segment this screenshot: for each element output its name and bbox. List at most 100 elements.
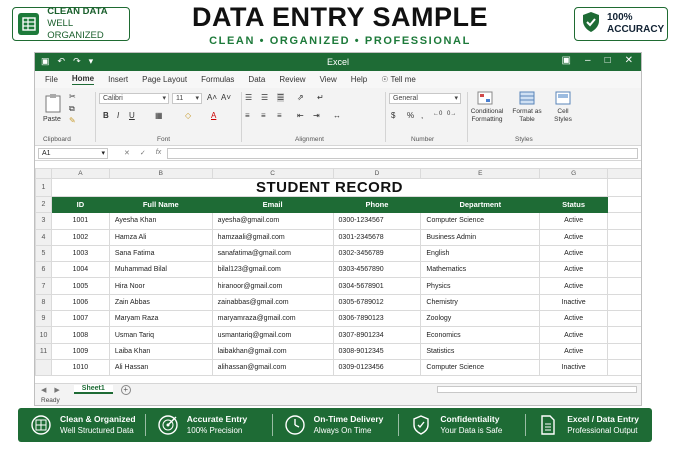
cell-email[interactable]: hiranoor@gmail.com (211, 277, 334, 295)
cell-status[interactable]: Active (539, 244, 609, 263)
cell-id[interactable]: 1009 (50, 342, 110, 360)
font-size-select[interactable]: 11 ▾ (172, 93, 202, 104)
cell-email[interactable]: laibakhan@gmail.com (211, 342, 334, 360)
format-as-table-button[interactable] (519, 91, 535, 107)
percent-icon[interactable]: % (407, 111, 414, 120)
column-header[interactable]: G (539, 168, 609, 179)
row-number[interactable]: 5 (35, 244, 52, 263)
row-number[interactable]: 6 (35, 261, 52, 279)
cell-full-name[interactable]: Hamza Ali (108, 228, 213, 246)
cell-status[interactable]: Inactive (539, 293, 609, 312)
decrease-indent-icon[interactable]: ⇤ (297, 111, 304, 120)
cell-id[interactable]: 1003 (50, 244, 110, 263)
column-header[interactable]: B (108, 168, 213, 179)
sheet-tab[interactable]: Sheet1 (73, 385, 113, 394)
copy-icon[interactable]: ⧉ (69, 104, 75, 114)
column-header[interactable] (607, 168, 641, 179)
cell-status[interactable]: Active (539, 342, 609, 360)
cell[interactable] (607, 277, 641, 295)
align-bottom-icon[interactable]: ☰ (277, 93, 285, 102)
cell-id[interactable]: 1004 (50, 261, 110, 279)
format-painter-icon[interactable]: ✎ (69, 116, 76, 125)
conditional-formatting-button[interactable] (477, 91, 493, 107)
comma-icon[interactable]: , (421, 111, 423, 120)
cell-status[interactable]: Active (539, 326, 609, 344)
header-id[interactable]: ID (50, 195, 110, 214)
cell-phone[interactable]: 0308-9012345 (332, 342, 422, 360)
row-number[interactable]: 2 (35, 195, 52, 214)
italic-icon[interactable]: I (117, 111, 119, 120)
sheet-title[interactable]: STUDENT RECORD (50, 178, 609, 197)
cell[interactable] (607, 293, 641, 312)
row-number[interactable]: 4 (35, 228, 52, 246)
cell-full-name[interactable]: Sana Fatima (108, 244, 213, 263)
cell[interactable] (607, 195, 641, 214)
cell-department[interactable]: Physics (420, 277, 541, 295)
align-middle-icon[interactable]: ☰ (261, 93, 268, 102)
ribbon-display-icon[interactable]: ▣ (562, 55, 571, 66)
cell-full-name[interactable]: Hira Noor (108, 277, 213, 295)
cell-id[interactable]: 1001 (50, 212, 110, 230)
number-format-select[interactable]: General ▾ (389, 93, 461, 104)
cut-icon[interactable]: ✂ (69, 92, 76, 101)
cell-email[interactable]: hamzaali@gmail.com (211, 228, 334, 246)
cell-status[interactable]: Active (539, 310, 609, 328)
tab-formulas[interactable]: Formulas (201, 75, 234, 84)
cell[interactable] (607, 326, 641, 344)
orientation-icon[interactable]: ⇗ (297, 93, 304, 102)
align-top-icon[interactable]: ☰ (245, 93, 252, 102)
cell-full-name[interactable]: Zain Abbas (108, 293, 213, 312)
row-number[interactable]: 7 (35, 277, 52, 295)
cell-phone[interactable]: 0304-5678901 (332, 277, 422, 295)
horizontal-scrollbar[interactable] (437, 386, 637, 393)
cell-id[interactable]: 1007 (50, 310, 110, 328)
paste-button[interactable] (45, 93, 61, 115)
cell-phone[interactable]: 0302-3456789 (332, 244, 422, 263)
tab-page-layout[interactable]: Page Layout (142, 75, 187, 84)
row-number[interactable]: 1 (35, 178, 52, 197)
cell[interactable] (607, 212, 641, 230)
font-name-select[interactable]: Calibri ▾ (99, 93, 169, 104)
tab-data[interactable]: Data (248, 75, 265, 84)
cell-phone[interactable]: 0306-7890123 (332, 310, 422, 328)
cell-department[interactable]: Business Admin (420, 228, 541, 246)
cell-id[interactable]: 1008 (50, 326, 110, 344)
row-number[interactable]: 9 (35, 310, 52, 328)
cell-phone[interactable]: 0301-2345678 (332, 228, 422, 246)
cell-phone[interactable]: 0307-8901234 (332, 326, 422, 344)
close-button[interactable]: ✕ (625, 55, 633, 66)
cell[interactable] (607, 358, 641, 377)
increase-font-icon[interactable]: A˄ (207, 93, 217, 102)
cancel-entry-icon[interactable]: ✕ (124, 149, 130, 157)
cell-full-name[interactable]: Ayesha Khan (108, 212, 213, 230)
cell-phone[interactable]: 0309-0123456 (332, 358, 422, 377)
maximize-button[interactable]: □ (605, 55, 611, 66)
tell-me-search[interactable]: ☉ Tell me (381, 75, 416, 84)
align-right-icon[interactable]: ≡ (277, 111, 282, 120)
merge-center-icon[interactable]: ↔ (333, 111, 341, 120)
cell-full-name[interactable]: Usman Tariq (108, 326, 213, 344)
cell-department[interactable]: Computer Science (420, 358, 541, 377)
borders-icon[interactable]: ▦ (155, 111, 163, 120)
cell-department[interactable]: Mathematics (420, 261, 541, 279)
tab-view[interactable]: View (320, 75, 337, 84)
tab-insert[interactable]: Insert (108, 75, 128, 84)
cell-phone[interactable]: 0300-1234567 (332, 212, 422, 230)
insert-function-icon[interactable]: fx (156, 149, 161, 157)
header-department[interactable]: Department (420, 195, 541, 214)
align-left-icon[interactable]: ≡ (245, 111, 250, 120)
bold-icon[interactable]: B (103, 111, 109, 120)
cell-email[interactable]: usmantariq@gmail.com (211, 326, 334, 344)
cell-status[interactable]: Active (539, 212, 609, 230)
cell-status[interactable]: Active (539, 277, 609, 295)
cell-id[interactable]: 1005 (50, 277, 110, 295)
cell[interactable] (607, 310, 641, 328)
cell[interactable] (607, 244, 641, 263)
cell[interactable] (607, 178, 641, 197)
cell-email[interactable]: ayesha@gmail.com (211, 212, 334, 230)
row-number[interactable]: 8 (35, 293, 52, 312)
column-header[interactable]: E (420, 168, 541, 179)
cell-email[interactable]: bilal123@gmail.com (211, 261, 334, 279)
cell-full-name[interactable]: Muhammad Bilal (108, 261, 213, 279)
cell-department[interactable]: Statistics (420, 342, 541, 360)
